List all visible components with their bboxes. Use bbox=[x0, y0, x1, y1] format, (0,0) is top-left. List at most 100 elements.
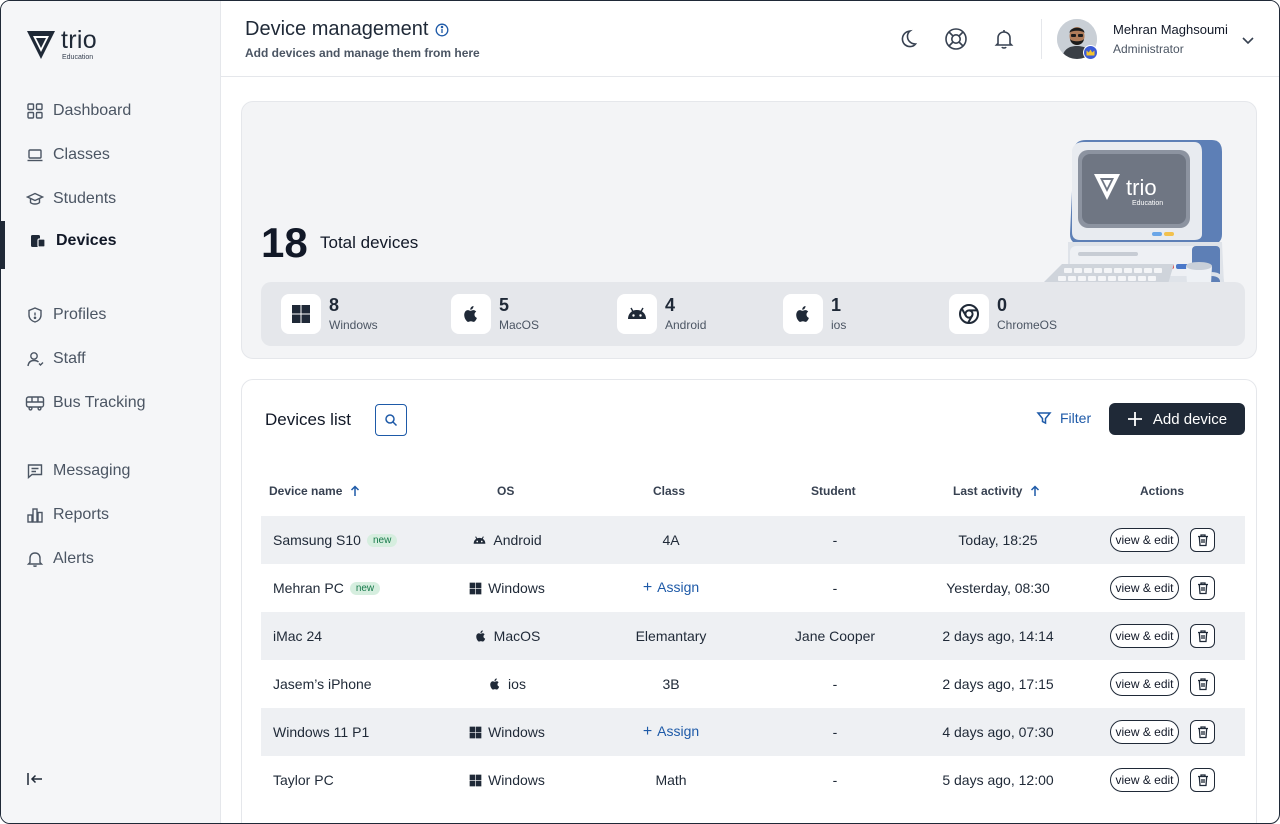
illustration-brand-text: trio bbox=[1126, 175, 1157, 200]
os-cell: Windows bbox=[431, 564, 583, 612]
search-button[interactable] bbox=[375, 404, 407, 436]
user-icon bbox=[25, 349, 45, 369]
user-role: Administrator bbox=[1113, 42, 1184, 56]
sidebar-item-reports[interactable]: Reports bbox=[1, 495, 221, 535]
os-name: MacOS bbox=[499, 318, 540, 332]
plus-icon: + bbox=[642, 723, 653, 740]
device-name: Mehran PC bbox=[273, 580, 344, 596]
view-edit-button[interactable]: view & edit bbox=[1110, 528, 1179, 552]
table-row[interactable]: iMac 24 MacOS Elemantary Jane Cooper 2 d… bbox=[261, 612, 1245, 660]
windows-icon bbox=[469, 774, 482, 786]
sidebar-item-label: Dashboard bbox=[53, 102, 132, 119]
delete-button[interactable] bbox=[1190, 672, 1215, 696]
device-stats-card: 18 Total devices trio Education 8 Window… bbox=[241, 101, 1257, 359]
assign-class-link[interactable]: + Assign bbox=[643, 723, 699, 741]
device-name-cell: Windows 11 P1 bbox=[273, 708, 369, 756]
last-activity-cell: 2 days ago, 17:15 bbox=[923, 660, 1073, 708]
table-row[interactable]: Windows 11 P1 Windows + Assign - 4 days a… bbox=[261, 708, 1245, 756]
brand-sub: Education bbox=[62, 53, 94, 61]
device-name: Samsung S10 bbox=[273, 532, 361, 548]
header-divider bbox=[1041, 19, 1042, 59]
filter-icon bbox=[1036, 412, 1052, 425]
delete-button[interactable] bbox=[1190, 768, 1215, 792]
trash-icon bbox=[1197, 774, 1208, 787]
chevron-down-icon[interactable] bbox=[1239, 31, 1257, 49]
os-count: 0 bbox=[997, 295, 1008, 315]
delete-button[interactable] bbox=[1190, 624, 1215, 648]
device-name-cell: Mehran PC new bbox=[273, 564, 381, 612]
os-value: Windows bbox=[488, 580, 545, 596]
view-edit-button[interactable]: view & edit bbox=[1110, 768, 1179, 792]
avatar[interactable] bbox=[1057, 19, 1098, 60]
info-icon[interactable] bbox=[435, 23, 449, 37]
os-stat-windows: 8 Windows bbox=[281, 293, 378, 335]
sidebar-item-students[interactable]: Students bbox=[1, 179, 221, 219]
column-header-device-name[interactable]: Device name bbox=[269, 484, 360, 498]
sidebar-item-label: Messaging bbox=[53, 462, 131, 479]
page-title: Device management bbox=[245, 18, 449, 41]
sidebar-item-alerts[interactable]: Alerts bbox=[1, 539, 221, 579]
sidebar-item-bus-tracking[interactable]: Bus Tracking bbox=[1, 383, 221, 423]
column-header-label: OS bbox=[497, 484, 515, 498]
trash-icon bbox=[1197, 582, 1208, 595]
brand-name: trio bbox=[61, 25, 97, 54]
collapse-sidebar-icon[interactable] bbox=[25, 769, 45, 789]
delete-button[interactable] bbox=[1190, 528, 1215, 552]
os-cell: Windows bbox=[431, 756, 583, 804]
table-row[interactable]: Mehran PC new Windows + Assign - Yesterday… bbox=[261, 564, 1245, 612]
help-lifebuoy-icon[interactable] bbox=[944, 27, 968, 51]
assign-class-link[interactable]: + Assign bbox=[643, 579, 699, 597]
last-activity-value: 2 days ago, 14:14 bbox=[942, 628, 1054, 644]
view-edit-button[interactable]: view & edit bbox=[1110, 672, 1179, 696]
os-cell: Android bbox=[431, 516, 583, 564]
os-count: 8 bbox=[329, 295, 340, 315]
trash-icon bbox=[1197, 630, 1208, 643]
notifications-bell-icon[interactable] bbox=[992, 27, 1016, 51]
sidebar-item-devices[interactable]: Devices bbox=[1, 221, 221, 269]
view-edit-button[interactable]: view & edit bbox=[1110, 720, 1179, 744]
sidebar-item-classes[interactable]: Classes bbox=[1, 135, 221, 175]
last-activity-cell: 5 days ago, 12:00 bbox=[923, 756, 1073, 804]
view-edit-button[interactable]: view & edit bbox=[1110, 624, 1179, 648]
app-window: trio Education Dashboard Classes Student… bbox=[0, 0, 1280, 824]
table-row[interactable]: Taylor PC Windows Math - 5 days ago, 12:… bbox=[261, 756, 1245, 804]
delete-button[interactable] bbox=[1190, 576, 1215, 600]
trash-icon bbox=[1197, 678, 1208, 691]
apple-icon bbox=[451, 294, 491, 334]
device-name-cell: iMac 24 bbox=[273, 612, 322, 660]
last-activity-cell: Yesterday, 08:30 bbox=[923, 564, 1073, 612]
device-name-cell: Samsung S10 new bbox=[273, 516, 398, 564]
column-header-student: Student bbox=[811, 484, 856, 498]
sort-arrow-up-icon bbox=[351, 485, 360, 496]
plus-icon: + bbox=[642, 579, 653, 596]
os-stat-macos: 5 MacOS bbox=[451, 293, 539, 335]
column-header-label: Student bbox=[811, 484, 856, 498]
sidebar-item-dashboard[interactable]: Dashboard bbox=[1, 91, 221, 131]
device-name: Jasem’s iPhone bbox=[273, 676, 372, 692]
sidebar-item-label: Profiles bbox=[53, 306, 107, 323]
os-cell: MacOS bbox=[431, 612, 583, 660]
sidebar-item-staff[interactable]: Staff bbox=[1, 339, 221, 379]
dark-mode-moon-icon[interactable] bbox=[896, 27, 920, 51]
view-edit-button[interactable]: view & edit bbox=[1110, 576, 1179, 600]
trash-icon bbox=[1197, 726, 1208, 739]
table-row[interactable]: Jasem’s iPhone ios 3B - 2 days ago, 17:1… bbox=[261, 660, 1245, 708]
android-icon bbox=[617, 294, 657, 334]
column-header-class: Class bbox=[653, 484, 685, 498]
column-header-last-activity[interactable]: Last activity bbox=[953, 484, 1040, 498]
sidebar-item-label: Alerts bbox=[53, 550, 94, 567]
device-name-cell: Taylor PC bbox=[273, 756, 334, 804]
add-device-label: Add device bbox=[1152, 410, 1228, 428]
column-header-os: OS bbox=[497, 484, 514, 498]
class-cell: + Assign bbox=[601, 708, 741, 756]
student-value: - bbox=[832, 724, 838, 740]
student-value: - bbox=[832, 532, 838, 548]
add-device-button[interactable]: Add device bbox=[1109, 403, 1245, 435]
sidebar-item-profiles[interactable]: Profiles bbox=[1, 295, 221, 335]
top-header: Device management Add devices and manage… bbox=[221, 1, 1279, 77]
os-count: 5 bbox=[499, 295, 510, 315]
filter-button[interactable]: Filter bbox=[1036, 410, 1091, 426]
delete-button[interactable] bbox=[1190, 720, 1215, 744]
sidebar-item-messaging[interactable]: Messaging bbox=[1, 451, 221, 491]
table-row[interactable]: Samsung S10 new Android 4A - Today, 18:25… bbox=[261, 516, 1245, 564]
